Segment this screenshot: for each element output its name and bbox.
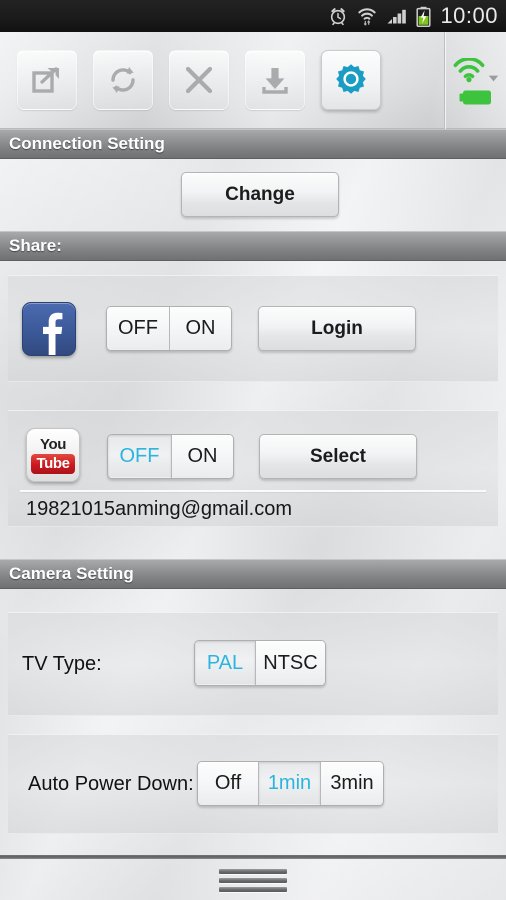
wifi-status [453, 58, 499, 83]
wifi-icon [358, 8, 377, 26]
auto-power-down-option-off[interactable]: Off [198, 762, 258, 805]
auto-power-down-toggle[interactable]: Off 1min 3min [197, 761, 384, 806]
facebook-toggle-on[interactable]: ON [169, 307, 231, 350]
auto-power-down-option-3min[interactable]: 3min [320, 762, 383, 805]
close-button[interactable] [169, 50, 229, 110]
youtube-row-panel: You Tube OFF ON Select 19821015anming@gm… [8, 410, 498, 527]
battery-full-icon [459, 90, 491, 105]
section-header-share: Share: [0, 231, 506, 261]
drag-handle[interactable] [219, 869, 287, 892]
tv-type-row-panel: TV Type: PAL NTSC [8, 612, 498, 716]
connection-status-panel [444, 31, 506, 129]
section-title-share: Share: [9, 236, 62, 255]
signal-bars-icon [387, 9, 407, 24]
auto-power-down-label: Auto Power Down: [28, 773, 194, 795]
facebook-toggle[interactable]: OFF ON [106, 306, 232, 351]
auto-power-down-row-panel: Auto Power Down: Off 1min 3min [8, 734, 498, 834]
tv-type-option-pal[interactable]: PAL [195, 641, 255, 685]
auto-power-down-option-1min[interactable]: 1min [258, 762, 320, 805]
tv-type-toggle[interactable]: PAL NTSC [194, 640, 326, 686]
drag-handle-line [219, 878, 287, 883]
tv-type-option-ntsc[interactable]: NTSC [255, 641, 325, 685]
change-button[interactable]: Change [181, 172, 339, 217]
facebook-login-button[interactable]: Login [258, 306, 416, 351]
wifi-connected-icon [453, 58, 484, 83]
close-x-icon [185, 66, 213, 94]
toolbar-buttons [0, 50, 444, 110]
drag-handle-line [219, 869, 287, 874]
settings-button[interactable] [321, 50, 381, 110]
section-title-connection: Connection Setting [9, 134, 165, 153]
youtube-icon: You Tube [26, 428, 80, 482]
section-title-camera: Camera Setting [9, 564, 134, 583]
status-bar-icons [328, 6, 431, 27]
download-button[interactable] [245, 50, 305, 110]
facebook-row-panel: OFF ON Login [8, 275, 498, 382]
chevron-down-icon [488, 75, 498, 82]
youtube-toggle-off[interactable]: OFF [108, 435, 171, 478]
youtube-toggle-on[interactable]: ON [171, 435, 233, 478]
share-export-button[interactable] [17, 50, 77, 110]
youtube-account-divider [20, 490, 486, 492]
app-toolbar [0, 31, 506, 129]
youtube-select-button[interactable]: Select [259, 434, 417, 479]
tv-type-label: TV Type: [22, 653, 102, 675]
facebook-icon [22, 302, 76, 356]
section-header-connection: Connection Setting [0, 129, 506, 159]
share-export-icon [32, 67, 59, 93]
youtube-toggle[interactable]: OFF ON [107, 434, 234, 479]
status-bar-clock: 10:00 [440, 3, 498, 28]
refresh-icon [111, 67, 135, 93]
facebook-toggle-off[interactable]: OFF [107, 307, 169, 350]
app-screen: 10:00 Connection Setting Change Share: O… [0, 0, 506, 900]
drag-handle-line [219, 887, 287, 892]
status-bar: 10:00 [0, 0, 506, 32]
youtube-tube-text: Tube [31, 453, 75, 474]
youtube-you-text: You [39, 435, 67, 453]
alarm-clock-icon [331, 8, 346, 26]
gear-icon [336, 64, 366, 94]
youtube-account-email: 19821015anming@gmail.com [26, 498, 293, 520]
battery-charging-icon [416, 6, 431, 27]
section-header-camera: Camera Setting [0, 559, 506, 589]
bottom-divider [0, 855, 506, 859]
refresh-button[interactable] [93, 50, 153, 110]
download-icon [262, 68, 288, 94]
